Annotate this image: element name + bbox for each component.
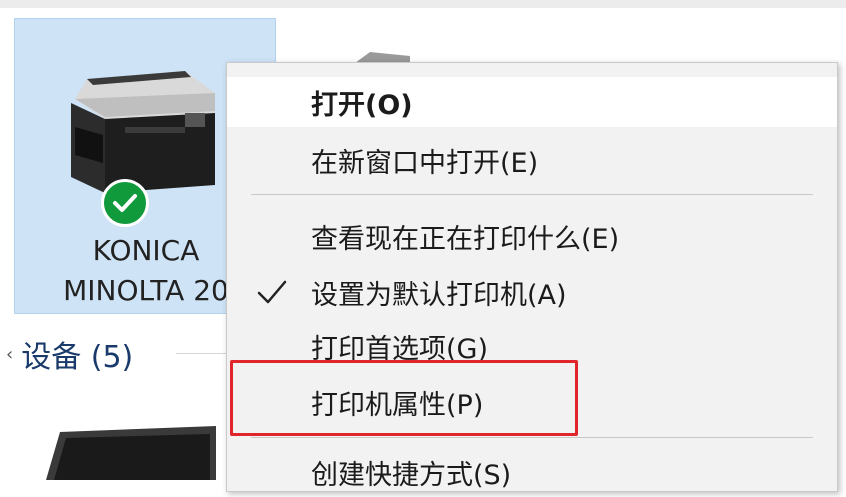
- menu-item-label: 查看现在正在打印什么(E): [311, 223, 620, 255]
- printer-icon: [71, 71, 215, 193]
- menu-item-open-new-window[interactable]: 在新窗口中打开(E): [227, 135, 837, 185]
- devices-section-header[interactable]: ‹ 设备 (5): [6, 332, 133, 376]
- menu-item-label: 创建快捷方式(S): [311, 459, 512, 491]
- menu-separator: [251, 437, 813, 438]
- devices-section-label: 设备 (5): [21, 340, 134, 375]
- section-divider: [176, 353, 230, 354]
- annotation-highlight-box: [230, 360, 578, 436]
- menu-item-label: 打开(O): [311, 89, 413, 121]
- chevron-icon[interactable]: ‹: [6, 344, 13, 365]
- menu-item-label: 设置为默认打印机(A): [311, 279, 567, 311]
- menu-item-see-whats-printing[interactable]: 查看现在正在打印什么(E): [227, 211, 837, 261]
- menu-item-set-default[interactable]: 设置为默认打印机(A): [227, 267, 837, 317]
- menu-item-create-shortcut[interactable]: 创建快捷方式(S): [227, 447, 837, 497]
- menu-item-label: 在新窗口中打开(E): [311, 147, 539, 179]
- window-top-edge: [0, 0, 846, 8]
- default-check-icon: [101, 179, 149, 227]
- laptop-icon: [46, 426, 216, 480]
- menu-separator: [251, 194, 813, 195]
- checkmark-icon: [257, 280, 287, 304]
- menu-item-open[interactable]: 打开(O): [227, 77, 837, 127]
